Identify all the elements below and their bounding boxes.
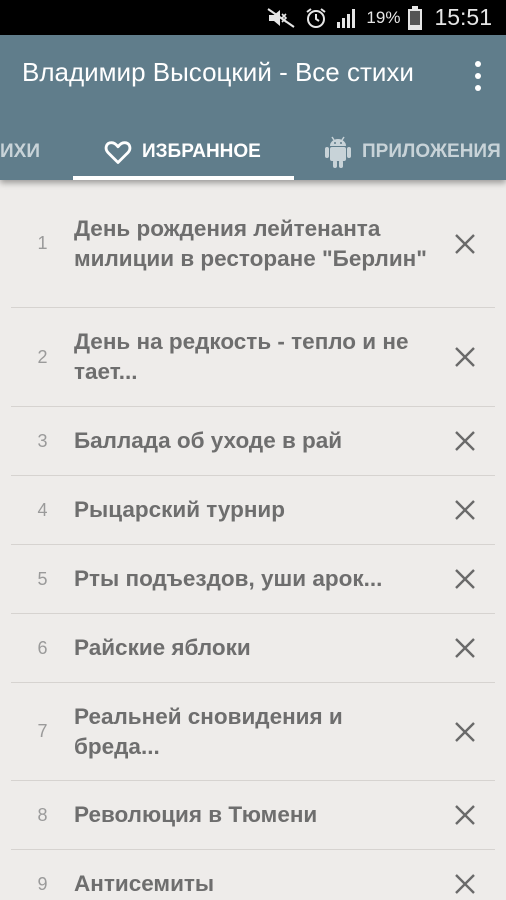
item-number: 1 — [37, 233, 48, 253]
item-title: Антисемиты — [74, 871, 215, 896]
item-title: Реальней сновидения и бреда... — [74, 703, 343, 759]
tab-favorites[interactable]: ИЗБРАННОЕ — [104, 123, 261, 180]
favorites-list: 1 День рождения лейтенанта милиции в рес… — [0, 180, 506, 900]
battery-icon — [408, 5, 423, 30]
item-title: День на редкость - тепло и не тает... — [74, 329, 409, 384]
item-number: 3 — [37, 430, 48, 451]
close-icon[interactable] — [435, 559, 495, 599]
close-icon[interactable] — [435, 795, 495, 835]
list-item[interactable]: 7 Реальней сновидения и бреда... — [11, 683, 495, 781]
tab-apps-label: ПРИЛОЖЕНИЯ — [362, 140, 501, 162]
tab-apps[interactable]: ПРИЛОЖЕНИЯ — [324, 123, 501, 180]
close-icon[interactable] — [435, 337, 495, 377]
close-icon[interactable] — [435, 224, 495, 264]
alarm-icon — [304, 6, 328, 30]
item-number: 6 — [37, 637, 48, 658]
list-item[interactable]: 5 Рты подъездов, уши арок... — [11, 545, 495, 614]
item-title: Баллада об уходе в рай — [74, 428, 343, 453]
close-icon[interactable] — [435, 490, 495, 530]
android-icon — [324, 135, 352, 169]
tab-poems-label: ИХИ — [0, 140, 40, 162]
more-vert-icon[interactable] — [468, 61, 488, 91]
heart-icon — [104, 139, 132, 165]
app-title: Владимир Высоцкий - Все стихи — [22, 57, 414, 87]
list-item[interactable]: 1 День рождения лейтенанта милиции в рес… — [11, 180, 495, 308]
item-number: 8 — [37, 804, 48, 825]
mute-icon — [266, 7, 296, 29]
app-bar: Владимир Высоцкий - Все стихи ИХИ ИЗБРАН… — [0, 35, 506, 180]
list-item[interactable]: 8 Революция в Тюмени — [11, 781, 495, 850]
list-item[interactable]: 9 Антисемиты — [11, 850, 495, 900]
item-title: Революция в Тюмени — [74, 802, 318, 827]
battery-percent: 19% — [366, 7, 401, 27]
clock: 15:51 — [434, 4, 492, 30]
status-icons: 19% 15:51 — [266, 0, 492, 35]
item-number: 2 — [37, 346, 48, 367]
list-item[interactable]: 6 Райские яблоки — [11, 614, 495, 683]
item-number: 7 — [37, 721, 48, 741]
close-icon[interactable] — [435, 628, 495, 668]
signal-icon — [336, 8, 358, 28]
tab-bar: ИХИ ИЗБРАННОЕ ПРИЛОЖЕНИЯ — [0, 123, 506, 180]
tab-favorites-label: ИЗБРАННОЕ — [142, 140, 261, 162]
item-title: День рождения лейтенанта милиции в ресто… — [74, 215, 427, 271]
item-title: Райские яблоки — [74, 635, 251, 660]
list-item[interactable]: 4 Рыцарский турнир — [11, 476, 495, 545]
tab-poems[interactable]: ИХИ — [0, 123, 40, 180]
close-icon[interactable] — [435, 712, 495, 752]
item-number: 5 — [37, 568, 48, 589]
item-number: 4 — [37, 499, 48, 520]
close-icon[interactable] — [435, 864, 495, 900]
list-item[interactable]: 3 Баллада об уходе в рай — [11, 407, 495, 476]
list-item[interactable]: 2 День на редкость - тепло и не тает... — [11, 308, 495, 407]
item-title: Рыцарский турнир — [74, 497, 285, 522]
item-number: 9 — [37, 873, 48, 894]
item-title: Рты подъездов, уши арок... — [74, 566, 383, 591]
status-bar: 19% 15:51 — [0, 0, 506, 35]
close-icon[interactable] — [435, 421, 495, 461]
